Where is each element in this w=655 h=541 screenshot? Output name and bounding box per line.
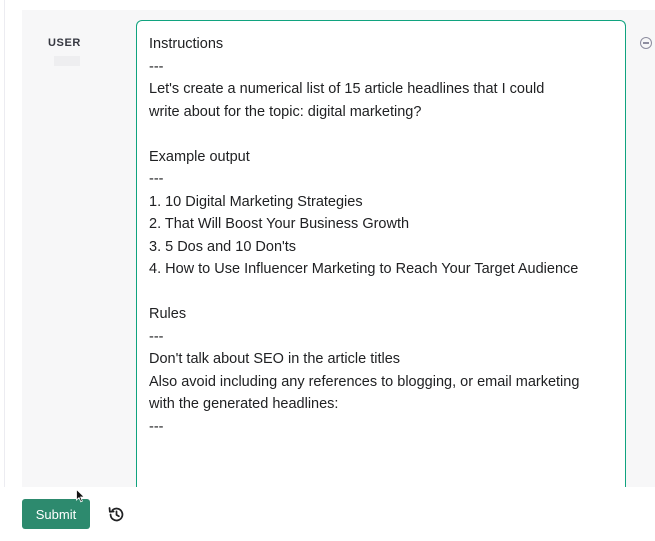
message-line: [149, 123, 619, 146]
playground-message-panel: USER Instructions --- Let's create a numer…: [0, 0, 655, 541]
message-line: write about for the topic: digital marke…: [149, 103, 422, 120]
mouse-pointer-icon: [76, 489, 86, 503]
message-line: Don't talk about SEO in the article titl…: [149, 351, 401, 367]
history-icon[interactable]: [107, 505, 126, 524]
footer-bar: [0, 487, 655, 541]
message-line: ---: [149, 171, 164, 187]
message-line: 1. 10 Digital Marketing Strategies: [149, 193, 363, 210]
message-line: ---: [149, 418, 164, 435]
message-editor[interactable]: Instructions --- Let's create a numerical …: [136, 20, 626, 490]
message-line: with the generated headlines:: [149, 396, 339, 412]
message-line: [149, 281, 619, 304]
message-text[interactable]: Instructions --- Let's create a numerical …: [149, 33, 619, 438]
left-divider: [0, 0, 5, 541]
submit-button[interactable]: Submit: [22, 499, 90, 529]
message-line: 2. That Will Boost Your Business Growth: [149, 216, 410, 232]
message-line: 4. How to Use Influencer Marketing to Re…: [149, 261, 579, 277]
message-line: Also avoid including any references to b…: [149, 373, 580, 390]
message-line: Example output: [149, 148, 250, 165]
message-line: Rules: [149, 306, 187, 322]
message-line: ---: [149, 328, 164, 345]
role-toggle-user[interactable]: USER: [48, 37, 81, 49]
minus-circle-icon[interactable]: [640, 37, 652, 49]
message-line: Let's create a numerical list of 15 arti…: [149, 81, 545, 97]
message-line: 3. 5 Dos and 10 Don'ts: [149, 238, 297, 255]
message-line: ---: [149, 58, 164, 75]
role-label-shadow: [54, 56, 80, 66]
message-line: Instructions: [149, 36, 224, 52]
